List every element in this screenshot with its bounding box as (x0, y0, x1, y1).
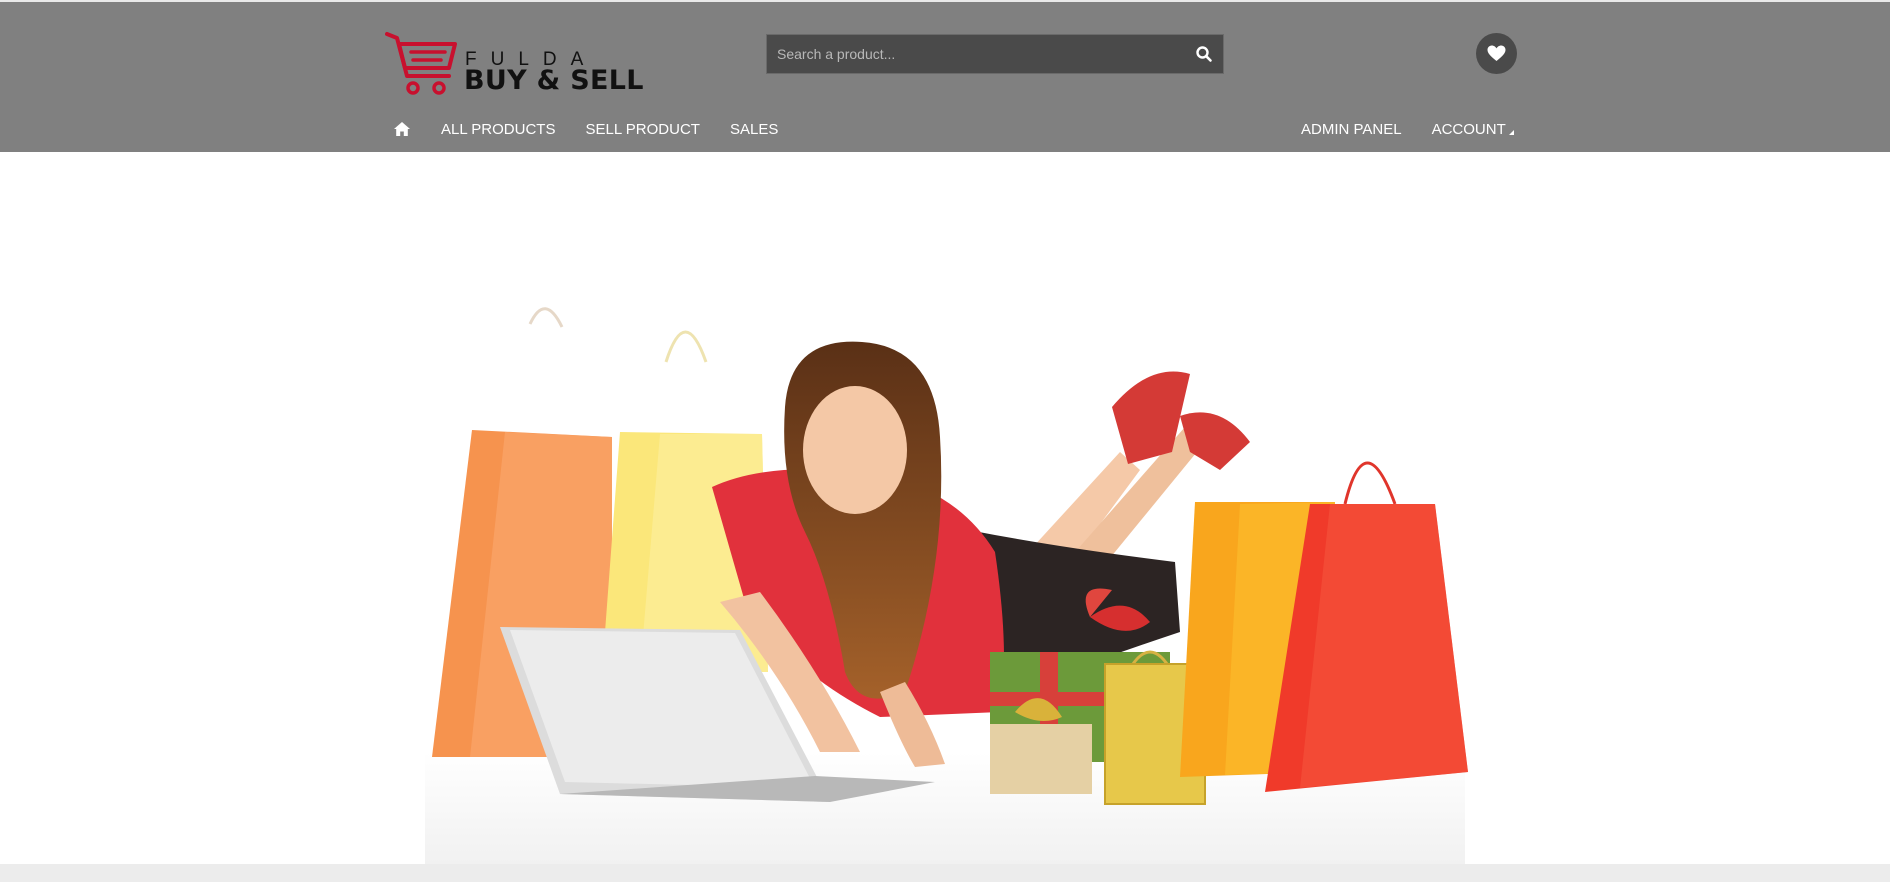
hero-image (0, 152, 1890, 864)
nav-account-label: ACCOUNT (1431, 120, 1506, 138)
search-icon[interactable] (1195, 45, 1213, 63)
nav-sell-product[interactable]: SELL PRODUCT (585, 121, 699, 138)
shopping-cart-logo-icon (385, 32, 457, 95)
search-input[interactable] (767, 35, 1177, 73)
wishlist-button[interactable] (1476, 33, 1517, 74)
home-icon (394, 122, 410, 136)
site-header: FULDA BUY & SELL ALL PRODUCTS SELL PRODU… (0, 0, 1890, 152)
secondary-nav: ADMIN PANEL ACCOUNT (1301, 114, 1544, 144)
heart-icon (1487, 45, 1506, 61)
brand-line-2: BUY & SELL (464, 65, 644, 96)
nav-admin-panel[interactable]: ADMIN PANEL (1301, 121, 1402, 138)
main-nav: ALL PRODUCTS SELL PRODUCT SALES (393, 114, 808, 144)
home-link[interactable] (393, 121, 411, 137)
site-logo[interactable]: FULDA BUY & SELL (385, 30, 643, 98)
nav-sales[interactable]: SALES (730, 121, 778, 138)
search-bar (766, 34, 1224, 74)
nav-account[interactable]: ACCOUNT (1432, 121, 1514, 138)
hero-banner (0, 152, 1890, 864)
caret-icon (1508, 129, 1514, 135)
nav-all-products[interactable]: ALL PRODUCTS (441, 121, 555, 138)
footer-strip (0, 864, 1890, 882)
